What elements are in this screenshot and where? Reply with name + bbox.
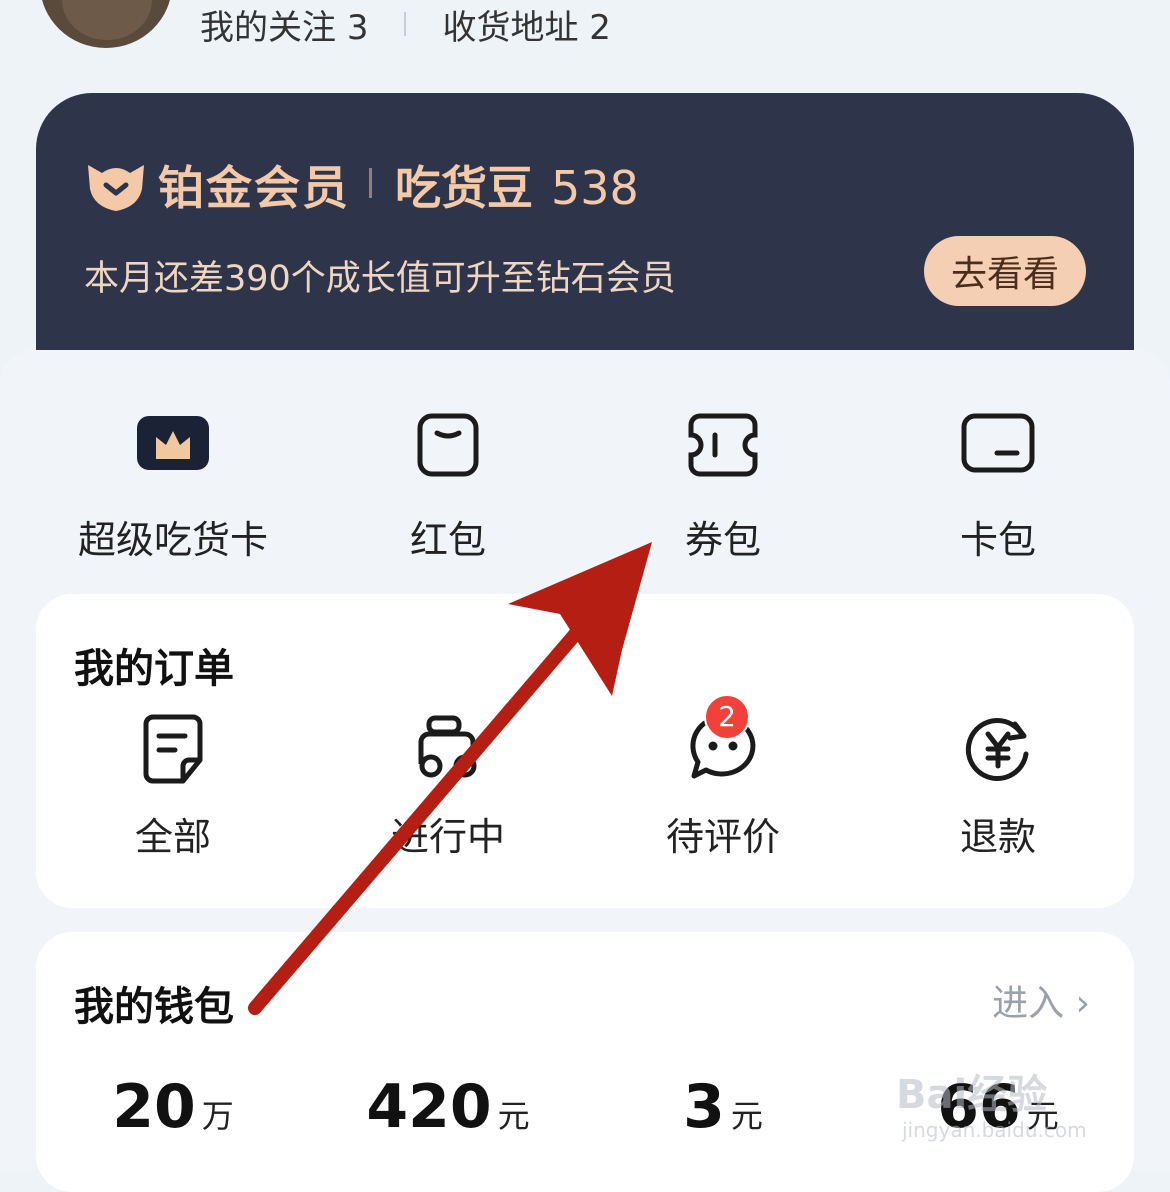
membership-logo-icon bbox=[88, 165, 144, 211]
crown-card-icon bbox=[137, 416, 209, 470]
quick-coupons[interactable]: 券包 bbox=[623, 413, 823, 563]
wallet-enter-link[interactable]: 进入 › bbox=[992, 974, 1090, 1026]
following-link[interactable]: 我的关注 3 bbox=[200, 0, 368, 49]
watermark-url: jingyan.baidu.com bbox=[902, 1118, 1087, 1142]
order-all[interactable]: 全部 bbox=[73, 714, 273, 859]
upgrade-tip: 本月还差390个成长值可升至钻石会员 bbox=[84, 259, 676, 299]
go-see-button[interactable]: 去看看 bbox=[924, 236, 1086, 306]
watermark-logo: Bai经验 bbox=[896, 1072, 1048, 1118]
membership-tier: 铂金会员 bbox=[158, 161, 350, 215]
wallet-value[interactable]: 420 元 bbox=[318, 1072, 578, 1142]
red-packet-icon bbox=[417, 413, 479, 477]
address-link[interactable]: 收货地址 2 bbox=[442, 0, 610, 49]
wallet-title: 我的钱包 bbox=[74, 984, 234, 1030]
scooter-icon bbox=[418, 715, 477, 778]
order-list-icon bbox=[143, 714, 203, 784]
stats-divider bbox=[404, 12, 407, 36]
quick-super-card[interactable]: 超级吃货卡 bbox=[73, 413, 273, 563]
coupon-icon bbox=[688, 413, 758, 477]
chevron-right-icon: › bbox=[1075, 983, 1090, 1024]
quick-card-wallet[interactable]: 卡包 bbox=[898, 413, 1098, 563]
orders-card: 我的订单 全部 进行中 待评价 退款 bbox=[36, 594, 1134, 908]
card-wallet-icon bbox=[961, 413, 1035, 473]
quick-actions: 超级吃货卡 红包 券包 卡包 bbox=[0, 413, 1170, 563]
wallet-value[interactable]: 3元 bbox=[593, 1072, 853, 1142]
membership-divider bbox=[369, 168, 372, 198]
avatar[interactable] bbox=[40, 0, 172, 48]
refund-yen-icon bbox=[965, 718, 1029, 781]
profile-stats: 我的关注 3 收货地址 2 bbox=[200, 0, 611, 48]
wallet-value[interactable]: 20 万 bbox=[43, 1072, 303, 1142]
review-count-badge: 2 bbox=[704, 694, 750, 740]
order-refund[interactable]: 退款 bbox=[898, 714, 1098, 859]
orders-title: 我的订单 bbox=[74, 646, 234, 692]
quick-red-packet[interactable]: 红包 bbox=[348, 413, 548, 563]
order-in-progress[interactable]: 进行中 bbox=[348, 714, 548, 859]
beans-count: 吃货豆 538 bbox=[395, 161, 639, 215]
